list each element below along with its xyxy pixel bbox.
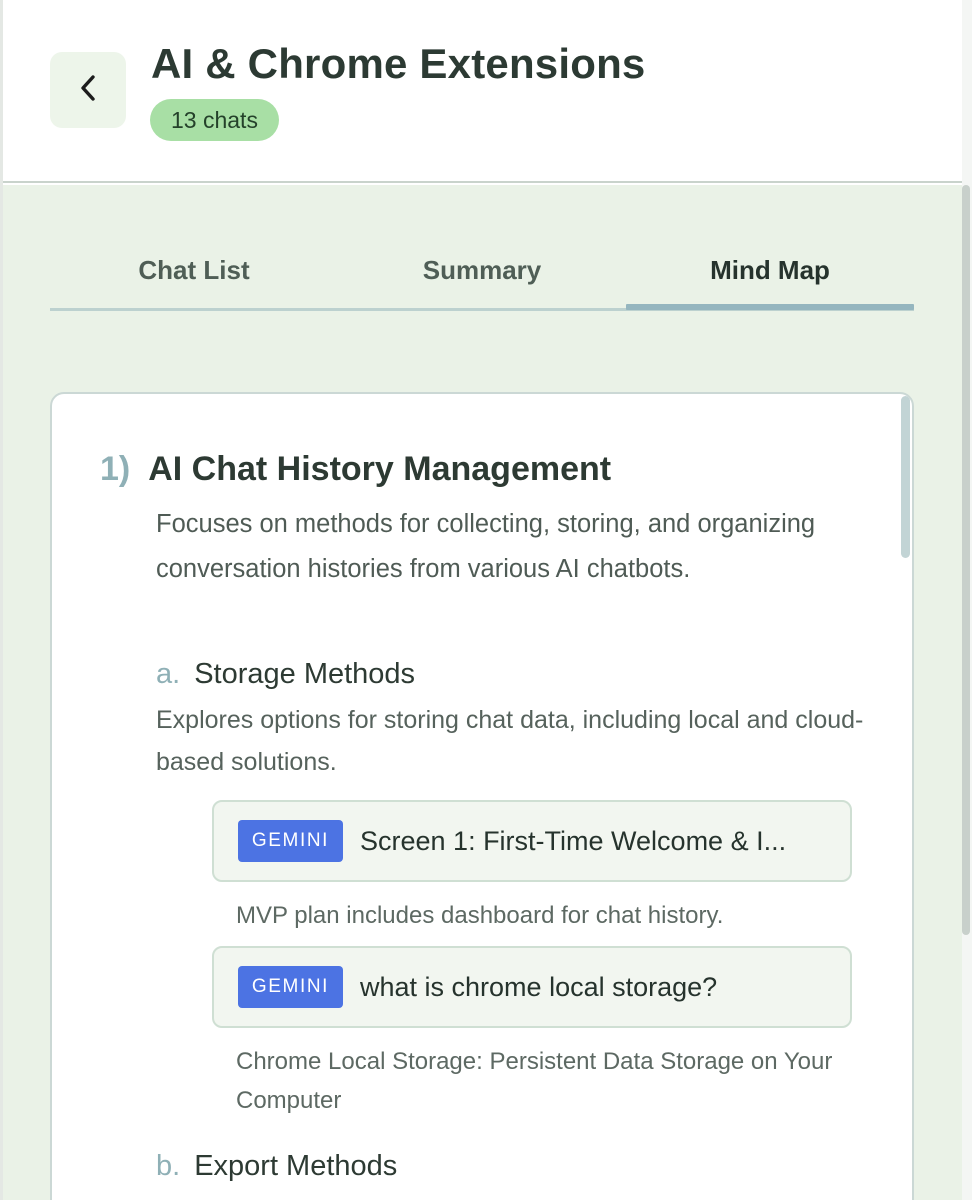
tab-chat-list[interactable]: Chat List: [50, 233, 338, 308]
section-number: 1): [100, 450, 131, 488]
chat-summary: Chrome Local Storage: Persistent Data St…: [236, 1048, 833, 1114]
subsection-title: Storage Methods: [194, 658, 416, 690]
chat-count-badge: 13 chats: [150, 99, 279, 141]
tab-bar: Chat List Summary Mind Map: [50, 233, 914, 313]
window-scrollbar[interactable]: [962, 185, 970, 935]
tab-summary[interactable]: Summary: [338, 233, 626, 308]
app-window: AI & Chrome Extensions 13 chats Chat Lis…: [0, 0, 972, 1200]
chat-title: what is chrome local storage?: [360, 972, 718, 1002]
gemini-source-badge: GEMINI: [238, 966, 343, 1008]
subsection-letter: b.: [156, 1150, 181, 1182]
subsection-heading: a. Storage Methods: [156, 658, 415, 691]
chat-item[interactable]: GEMINI Screen 1: First-Time Welcome & I.…: [212, 800, 852, 882]
section-description: Focuses on methods for collecting, stori…: [156, 510, 816, 583]
chat-item[interactable]: GEMINI what is chrome local storage?: [212, 946, 852, 1028]
back-button[interactable]: [50, 52, 126, 128]
subsection-description: Explores options for storing chat data, …: [156, 706, 864, 776]
chevron-left-icon: [78, 73, 98, 108]
chat-summary: MVP plan includes dashboard for chat his…: [236, 902, 724, 929]
subsection-heading: b. Export Methods: [156, 1150, 397, 1183]
active-tab-indicator: [626, 304, 914, 310]
section-heading: 1) AI Chat History Management: [100, 450, 611, 489]
panel-scrollbar[interactable]: [901, 396, 910, 558]
mind-map-panel: 1) AI Chat History Management Focuses on …: [50, 392, 914, 1200]
gemini-source-badge: GEMINI: [238, 820, 343, 862]
page-title: AI & Chrome Extensions: [151, 40, 646, 87]
subsection-title: Export Methods: [194, 1150, 398, 1182]
subsection-letter: a.: [156, 658, 181, 690]
section-title: AI Chat History Management: [148, 450, 612, 488]
tab-mind-map[interactable]: Mind Map: [626, 233, 914, 308]
page-header: AI & Chrome Extensions 13 chats: [3, 0, 962, 183]
chat-title: Screen 1: First-Time Welcome & I...: [360, 826, 787, 856]
